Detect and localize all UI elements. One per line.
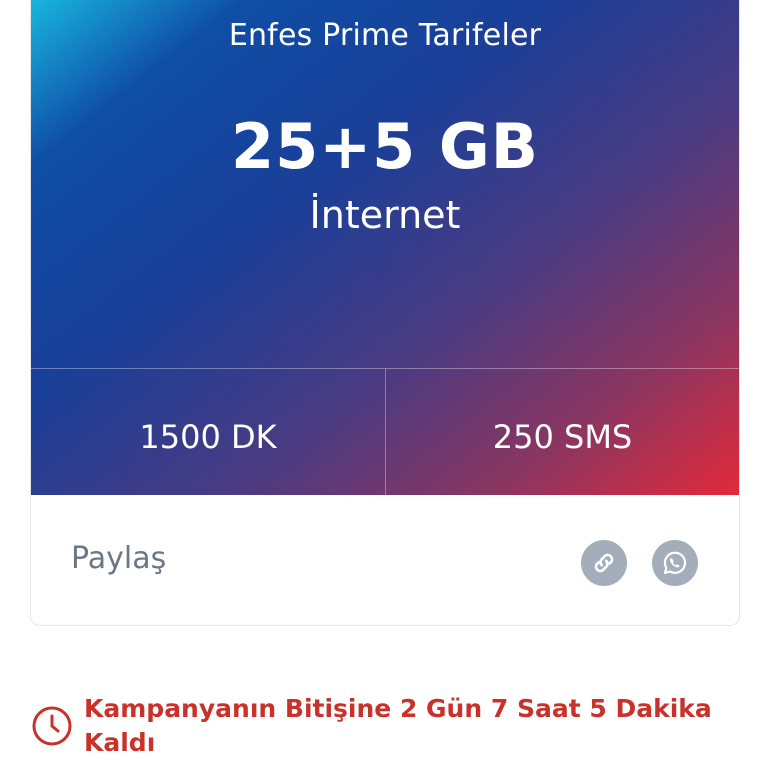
clock-icon	[32, 706, 72, 746]
data-amount: 25+5 GB	[230, 110, 540, 183]
minutes-stat: 1500 DK	[139, 418, 277, 456]
countdown-text: Kampanyanın Bitişine 2 Gün 7 Saat 5 Daki…	[84, 694, 712, 757]
tariff-title: Enfes Prime Tarifeler	[228, 18, 542, 53]
share-link-button[interactable]	[581, 540, 627, 586]
share-row: Paylaş	[31, 495, 739, 625]
stats-row: 1500 DK 250 SMS	[31, 368, 739, 496]
link-icon	[594, 553, 614, 573]
whatsapp-icon	[663, 551, 687, 575]
tariff-card[interactable]: Enfes Prime Tarifeler 25+5 GB İnternet 1…	[30, 0, 740, 626]
tariff-banner: Enfes Prime Tarifeler 25+5 GB İnternet 1…	[31, 0, 739, 496]
sms-stat: 250 SMS	[385, 369, 739, 496]
share-label: Paylaş	[71, 541, 167, 576]
share-whatsapp-button[interactable]	[652, 540, 698, 586]
data-label: İnternet	[309, 193, 461, 237]
